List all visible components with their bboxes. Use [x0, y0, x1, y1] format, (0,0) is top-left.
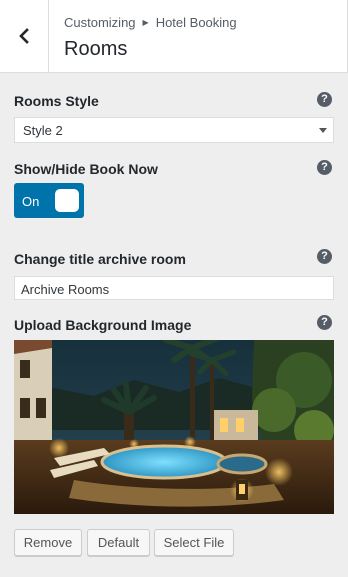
- help-icon[interactable]: ?: [317, 315, 332, 330]
- archive-title-label: Change title archive room: [14, 251, 186, 267]
- help-icon[interactable]: ?: [317, 160, 332, 175]
- breadcrumb-parent: Customizing: [64, 15, 136, 30]
- help-icon[interactable]: ?: [317, 249, 332, 264]
- chevron-left-icon: [19, 28, 29, 44]
- breadcrumb: Customizing ▶ Hotel Booking: [64, 15, 237, 30]
- background-image-preview: [14, 340, 334, 514]
- archive-title-input[interactable]: Archive Rooms: [14, 276, 334, 300]
- default-image-button[interactable]: Default: [87, 529, 150, 556]
- help-icon[interactable]: ?: [317, 92, 332, 107]
- breadcrumb-child: Hotel Booking: [155, 15, 237, 30]
- hotel-pool-image: [14, 340, 334, 514]
- book-now-label: Show/Hide Book Now: [14, 161, 158, 177]
- triangle-right-icon: ▶: [142, 18, 149, 27]
- book-now-toggle[interactable]: On: [14, 183, 84, 218]
- section-header: Customizing ▶ Hotel Booking Rooms: [0, 0, 348, 73]
- select-file-button[interactable]: Select File: [154, 529, 234, 556]
- rooms-style-value: Style 2: [23, 123, 63, 138]
- back-button[interactable]: [0, 0, 49, 72]
- background-image-label: Upload Background Image: [14, 317, 192, 333]
- page-title: Rooms: [64, 38, 128, 60]
- rooms-style-label: Rooms Style: [14, 93, 99, 109]
- rooms-style-select[interactable]: Style 2: [14, 117, 334, 143]
- remove-image-button[interactable]: Remove: [14, 529, 82, 556]
- toggle-knob: [55, 189, 79, 212]
- caret-down-icon: [319, 128, 327, 133]
- toggle-state-label: On: [22, 194, 40, 209]
